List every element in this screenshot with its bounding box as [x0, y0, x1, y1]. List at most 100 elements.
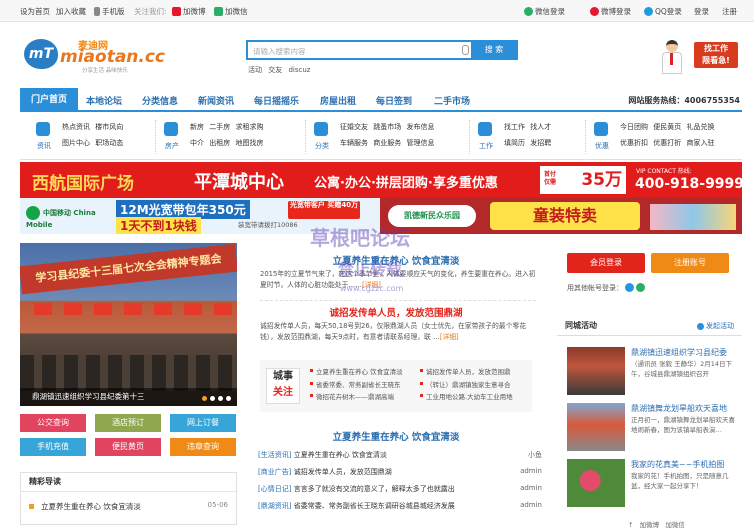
category-links[interactable]: 热点资讯 楼市风向 — [62, 122, 123, 132]
weibo-icon — [172, 7, 181, 16]
member-login-button[interactable]: 会员登录 — [567, 253, 645, 273]
activity-photo — [567, 403, 625, 451]
nav-checkin[interactable]: 每日签到 — [376, 94, 412, 107]
city-activity-title: 同城活动 — [565, 321, 597, 330]
featured-guide: 精彩导读 立夏养生重在养心 饮食宜清淡 05-06 — [20, 472, 238, 525]
ad-tagline: 公寓·办公·拼层团购·享多重优惠 — [314, 176, 498, 191]
list-item[interactable]: [心情日记] 言言多了就没有交流的意义了，解释太多了也就露出 admin — [258, 484, 542, 497]
headline-1[interactable]: 立夏养生重在养心 饮食宜清淡 — [248, 253, 544, 267]
businessman-illustration — [660, 40, 682, 76]
meeting-banner-text: 学习县纪委十三届七次全会精神专题会 — [20, 243, 237, 295]
category-label[interactable]: 资讯 — [28, 141, 60, 151]
job-promo[interactable]: 找工作 限看急! — [656, 38, 746, 78]
other-login-options: 用其他帐号登录： — [567, 283, 647, 293]
wechat-follow-link[interactable]: 加微信 — [214, 6, 248, 17]
logo-badge: mT — [24, 39, 58, 69]
audience-photo — [20, 355, 237, 391]
set-homepage-link[interactable]: 设为首页 — [20, 6, 50, 17]
wechat-icon — [524, 7, 533, 16]
register-button[interactable]: 注册账号 — [651, 253, 729, 273]
mobile-broadband-ad[interactable]: 中国移动 China Mobile 12M光宽带包年350元 1天不到1块钱 装… — [20, 198, 380, 234]
category-links[interactable]: 图片中心 职场动态 — [62, 138, 123, 148]
search-button[interactable]: 搜 索 — [471, 41, 517, 59]
city-focus-list-left[interactable]: 立夏养生重在养心 饮食宜清淡 省委常委、常务副省长王晓东 微招花卉树木——鼎湖高… — [310, 366, 403, 404]
news-icon — [36, 122, 50, 136]
mobile-link[interactable]: 手机版 — [94, 6, 125, 17]
category-links[interactable]: 征婚交友 跳蚤市场 发布信息 — [340, 122, 434, 132]
ad-subheadline: 1天不到1块钱 — [116, 217, 201, 234]
guide-item-date: 05-06 — [207, 501, 228, 509]
category-label[interactable]: 分类 — [306, 141, 338, 151]
nav-forum[interactable]: 本地论坛 — [86, 94, 122, 107]
slider-dots[interactable] — [199, 394, 231, 403]
category-jobs: 工作 找工作 找人才 填简历 发招聘 — [470, 120, 586, 154]
hotel-booking-button[interactable]: 酒店预订 — [95, 414, 161, 432]
weibo-follow-link[interactable]: 加微博 — [172, 6, 206, 17]
category-label[interactable]: 工作 — [470, 141, 502, 151]
traffic-violation-button[interactable]: 违章查询 — [170, 438, 236, 456]
activity-item[interactable]: 鼎湖镇迅速组织学习县纪委 （通讯员 张毅 王静华）2月14日下午，谷城县鼎湖镇组… — [567, 347, 739, 399]
back-to-top-icon[interactable]: ↑ — [628, 521, 633, 529]
nav-classifieds[interactable]: 分类信息 — [142, 94, 178, 107]
category-links[interactable]: 今日团购 便民黄页 礼品兑换 — [620, 122, 714, 132]
wechat-icon[interactable] — [636, 283, 646, 292]
category-house: 房产 新房 二手房 求租求购 中介 出租房 地图找房 — [156, 120, 306, 154]
city-focus-list-right[interactable]: 诚招发传单人员，发放范围鼎 （转让）鼎湖镇独家生意寻合 工业用地公路.大幼车工业… — [420, 366, 513, 404]
headline-2[interactable]: 诚招发传单人员，发放范围鼎湖 — [248, 305, 544, 319]
nav-home[interactable]: 门户首页 — [20, 88, 78, 112]
category-links[interactable]: 车辆服务 商业服务 管理信息 — [340, 138, 434, 148]
category-links[interactable]: 中介 出租房 地图找房 — [190, 138, 263, 148]
qq-login-link[interactable]: QQ登录 — [644, 6, 682, 17]
food-order-button[interactable]: 网上订餐 — [170, 414, 236, 432]
weibo-login-link[interactable]: 微博登录 — [590, 6, 631, 17]
category-links[interactable]: 新房 二手房 求租求购 — [190, 122, 263, 132]
phone-recharge-button[interactable]: 手机充值 — [20, 438, 86, 456]
mobile-icon — [94, 7, 100, 16]
float-weibo-link[interactable]: 加微博 — [640, 521, 660, 529]
category-label[interactable]: 房产 — [156, 141, 188, 151]
nav-secondhand[interactable]: 二手市场 — [434, 94, 470, 107]
wechat-login-link[interactable]: 微信登录 — [524, 6, 565, 17]
logo-en-text: miaotan.cc — [60, 47, 166, 67]
ad-hotline-label: VIP CONTACT 热线: — [636, 168, 692, 175]
float-wechat-link[interactable]: 加微信 — [665, 521, 685, 529]
mall-logo: 凯德新民众乐园 — [388, 205, 476, 227]
read-more-link[interactable]: [详细] — [362, 281, 381, 289]
list-item[interactable]: [鼎湖资讯] 省委常委、常务副省长王晓东调研谷城县城经济发展 admin — [258, 501, 542, 514]
kids-clothing-ad[interactable]: 凯德新民众乐园 童装特卖 — [380, 198, 742, 234]
ad-price-label: 首付仅需 — [544, 171, 557, 186]
news-photo-slider[interactable]: 学习县纪委十三届七次全会精神专题会 鼎湖镇迅速组织学习县纪委第十三 — [20, 243, 237, 406]
microphone-icon[interactable] — [462, 45, 469, 55]
ad-badge: 光宽带客户 买赠40万 — [288, 201, 360, 219]
bus-query-button[interactable]: 公交查询 — [20, 414, 86, 432]
ad-title: 西航国际广场 — [32, 174, 134, 194]
register-link[interactable]: 注册 — [722, 6, 737, 17]
add-favorite-link[interactable]: 加入收藏 — [56, 6, 86, 17]
ad-subtitle: 平潭城中心 — [194, 172, 284, 193]
post-activity-link[interactable]: 发起活动 — [697, 321, 734, 331]
list-item[interactable]: [生活资讯] 立夏养生重在养心 饮食宜清淡 小鱼 — [258, 450, 542, 463]
yellow-pages-button[interactable]: 便民黄页 — [95, 438, 161, 456]
nav-news[interactable]: 新闻资讯 — [198, 94, 234, 107]
realestate-ad-banner[interactable]: 西航国际广场 平潭城中心 公寓·办公·拼层团购·享多重优惠 35万 首付仅需 V… — [20, 162, 742, 198]
read-more-link[interactable]: [详细] — [440, 333, 459, 341]
category-links[interactable]: 填简历 发招聘 — [504, 138, 551, 148]
dual-ad-banner: 中国移动 China Mobile 12M光宽带包年350元 1天不到1块钱 装… — [20, 198, 742, 234]
guide-item-link[interactable]: 立夏养生重在养心 饮食宜清淡 — [41, 501, 141, 512]
login-link[interactable]: 登录 — [694, 6, 709, 17]
activity-item[interactable]: 我家的花真美~~手机拍图 我家的花！手机拍图，只是随意几盆，经大家一起分享下！ — [567, 459, 739, 511]
classified-icon — [314, 122, 328, 136]
ad-phone: 400-918-9999 — [635, 176, 742, 192]
house-icon — [164, 122, 178, 136]
qq-icon[interactable] — [625, 283, 635, 292]
nav-shake[interactable]: 每日摇摇乐 — [254, 94, 299, 107]
category-links[interactable]: 优惠折扣 优惠打折 商家入驻 — [620, 138, 714, 148]
category-links[interactable]: 找工作 找人才 — [504, 122, 551, 132]
nav-rental[interactable]: 房屋出租 — [320, 94, 356, 107]
category-label[interactable]: 优惠 — [586, 141, 618, 151]
search-input[interactable]: 请输入搜索内容 — [253, 46, 306, 57]
headline-3[interactable]: 立夏养生重在养心 饮食宜清淡 — [248, 429, 544, 443]
activity-item[interactable]: 鼎湖镇舞龙划旱船欢天喜地 正月初一，鼎湖镇舞龙划旱船欢天喜地闹新春，图为该镇旱船… — [567, 403, 739, 455]
list-item[interactable]: [商业广告] 诚招发传单人员，发放范围鼎湖 admin — [258, 467, 542, 480]
hot-search-words[interactable]: 活动 交友 discuz — [248, 65, 310, 75]
